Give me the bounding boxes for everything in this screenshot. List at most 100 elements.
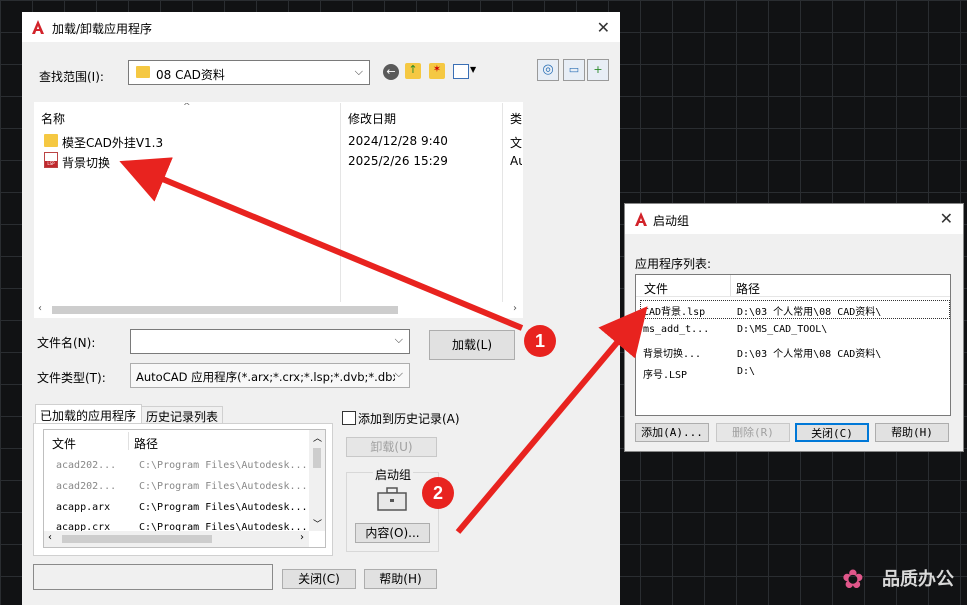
web-search-icon[interactable]: ◎ [537, 59, 559, 81]
close-button[interactable]: 关闭(C) [282, 569, 356, 589]
column-header-date[interactable]: 修改日期 [348, 110, 396, 127]
scroll-up-icon[interactable]: ︿ [313, 431, 322, 444]
startup-app-file: 背景切换... [643, 349, 702, 360]
up-folder-icon[interactable]: ↑ [405, 63, 421, 79]
lookin-dropdown[interactable]: 08 CAD资料 ⌵ [128, 60, 370, 85]
startup-app-row[interactable]: 背景切换... D:\03 个人常用\08 CAD资料\ [640, 342, 950, 361]
file-type: 文 [510, 136, 523, 150]
scroll-down-icon[interactable]: ﹀ [313, 517, 322, 530]
main-titlebar: 加载/卸载应用程序 ✕ [22, 12, 620, 42]
lsp-file-icon: LSP [44, 152, 58, 168]
column-header-name[interactable]: 名称 [41, 110, 65, 127]
load-button-label: 加载(L) [451, 338, 493, 352]
loaded-app-row[interactable]: acad202... C:\Program Files\Autodesk... [44, 457, 309, 477]
loaded-app-path: C:\Program Files\Autodesk... [139, 481, 308, 492]
scrollbar-thumb[interactable] [62, 535, 212, 543]
loaded-app-row[interactable]: acapp.arx C:\Program Files\Autodesk... [44, 499, 309, 519]
load-button[interactable]: 加载(L) [429, 330, 515, 360]
file-name: 模圣CAD外挂V1.3 [62, 136, 164, 150]
file-name: 背景切换 [62, 156, 111, 170]
back-icon[interactable]: ← [383, 64, 399, 80]
file-row[interactable]: 模圣CAD外挂V1.3 2024/12/28 9:40 文 [35, 131, 523, 151]
status-field [33, 564, 273, 590]
loaded-apps-panel: 文件 路径 acad202... C:\Program Files\Autode… [33, 423, 333, 556]
file-list-horizontal-scrollbar[interactable]: ‹ › [34, 302, 523, 318]
scroll-left-icon[interactable]: ‹ [38, 303, 42, 314]
startup-close-button-label: 关闭(C) [811, 427, 853, 440]
folder-icon [44, 134, 58, 147]
startup-app-path: D:\MS_CAD_TOOL\ [737, 324, 828, 335]
startup-help-button[interactable]: 帮助(H) [875, 423, 949, 442]
help-button[interactable]: 帮助(H) [364, 569, 437, 589]
startup-app-row[interactable]: 序号.LSP D:\ [640, 363, 950, 382]
column-header-type[interactable]: 类 [510, 110, 522, 127]
column-header-path[interactable]: 路径 [134, 435, 158, 452]
annotation-badge-1: 1 [524, 325, 556, 357]
startup-app-path: D:\ [737, 366, 756, 377]
lookin-value: 08 CAD资料 [156, 68, 225, 82]
app-list-label: 应用程序列表: [635, 257, 712, 271]
loaded-app-path: C:\Program Files\Autodesk... [139, 502, 308, 513]
startup-app-row[interactable]: ms_add_t... D:\MS_CAD_TOOL\ [640, 321, 950, 340]
close-icon[interactable]: ✕ [940, 209, 953, 228]
close-icon[interactable]: ✕ [597, 18, 610, 37]
file-row[interactable]: LSP 背景切换 2025/2/26 15:29 Au [35, 151, 522, 171]
folder-icon [136, 66, 150, 78]
scroll-left-icon[interactable]: ‹ [48, 532, 52, 543]
contents-button-label: 内容(O)... [365, 526, 420, 540]
filename-combobox[interactable]: ⌵ [130, 329, 410, 354]
startup-help-button-label: 帮助(H) [891, 426, 933, 439]
unload-button[interactable]: 卸载(U) [346, 437, 437, 457]
loaded-app-file: acapp.crx [56, 522, 111, 531]
startup-close-button[interactable]: 关闭(C) [795, 423, 869, 442]
filetype-label: 文件类型(T): [37, 371, 106, 385]
scroll-right-icon[interactable]: › [513, 303, 517, 314]
scroll-right-icon[interactable]: › [300, 532, 304, 543]
loaded-app-file: acapp.arx [56, 502, 111, 513]
new-folder-icon[interactable]: ✶ [429, 63, 445, 79]
loaded-apps-list[interactable]: 文件 路径 acad202... C:\Program Files\Autode… [43, 429, 326, 548]
scrollbar-thumb[interactable] [313, 448, 321, 468]
chevron-down-icon: ⌵ [394, 367, 403, 381]
column-divider [730, 275, 731, 296]
startup-app-row[interactable]: CAD背景.lsp D:\03 个人常用\08 CAD资料\ [640, 300, 950, 319]
sort-ascending-icon: ^ [183, 102, 191, 112]
startup-app-file: ms_add_t... [643, 324, 710, 335]
filetype-value: AutoCAD 应用程序(*.arx;*.crx;*.lsp;*.dvb;*.d… [136, 370, 400, 384]
briefcase-icon [377, 487, 407, 511]
delete-button-label: 删除(R) [732, 426, 774, 439]
views-dropdown-icon[interactable]: ▼ [470, 65, 476, 74]
loaded-apps-horizontal-scrollbar[interactable]: ‹ › [44, 531, 309, 547]
loaded-app-row[interactable]: acad202... C:\Program Files\Autodesk... [44, 478, 309, 498]
delete-button[interactable]: 删除(R) [716, 423, 790, 442]
startup-group-label: 启动组 [373, 466, 414, 483]
flower-logo-icon: ✿ [842, 565, 864, 595]
add-history-checkbox[interactable] [342, 411, 356, 425]
chevron-down-icon: ⌵ [354, 65, 363, 78]
annotation-badge-2: 2 [422, 477, 454, 509]
unload-button-label: 卸载(U) [370, 440, 413, 454]
startup-app-file: CAD背景.lsp [643, 307, 706, 318]
column-header-file[interactable]: 文件 [644, 280, 668, 297]
tab-loaded-apps[interactable]: 已加载的应用程序 [35, 404, 142, 425]
startup-dialog-title: 启动组 [653, 214, 690, 228]
header-divider [636, 296, 950, 297]
loaded-app-file: acad202... [56, 481, 117, 492]
file-list[interactable]: 名称 ^ 修改日期 类 模圣CAD外挂V1.3 2024/12/28 9:40 … [34, 102, 523, 318]
favorites-icon[interactable]: ▭ [563, 59, 585, 81]
column-header-path[interactable]: 路径 [736, 280, 760, 297]
scrollbar-thumb[interactable] [52, 306, 398, 314]
contents-button[interactable]: 内容(O)... [355, 523, 430, 543]
column-header-file[interactable]: 文件 [52, 435, 76, 452]
filetype-dropdown[interactable]: AutoCAD 应用程序(*.arx;*.crx;*.lsp;*.dvb;*.d… [130, 363, 410, 388]
help-button-label: 帮助(H) [379, 572, 422, 586]
add-button-label: 添加(A)... [641, 426, 703, 439]
loaded-app-row[interactable]: acapp.crx C:\Program Files\Autodesk... [44, 519, 309, 531]
startup-app-path: D:\03 个人常用\08 CAD资料\ [737, 307, 882, 318]
add-favorite-icon[interactable]: + [587, 59, 609, 81]
views-icon[interactable] [453, 64, 469, 79]
startup-app-list[interactable]: 文件 路径 CAD背景.lsp D:\03 个人常用\08 CAD资料\ ms_… [635, 274, 951, 416]
loaded-app-path: C:\Program Files\Autodesk... [139, 460, 308, 471]
loaded-apps-vertical-scrollbar[interactable]: ︿ ﹀ [309, 430, 325, 531]
add-button[interactable]: 添加(A)... [635, 423, 709, 442]
